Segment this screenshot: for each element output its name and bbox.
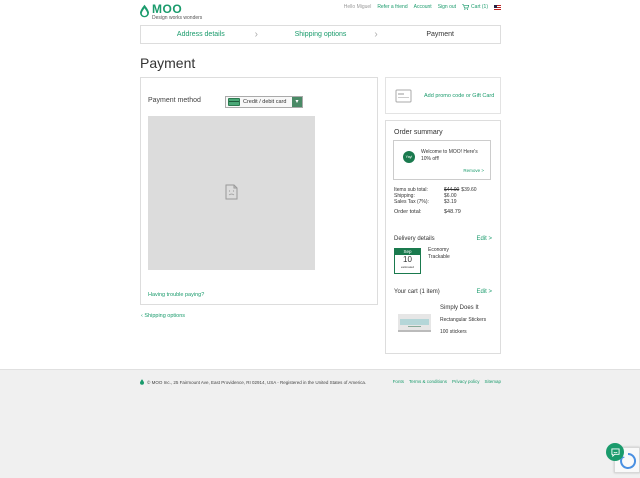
top-nav: Hello Miguel Refer a friend Account Sign… [344,4,501,10]
order-total-value: $48.79 [444,209,461,215]
site-footer: © MOO Inc., 25 Fairmount Ave, East Provi… [0,369,640,478]
tax-label: Sales Tax (7%): [394,199,429,205]
back-link-label: Shipping options [144,313,186,319]
chat-button[interactable] [606,443,624,461]
step-payment: Payment [380,26,500,43]
footer-link-terms[interactable]: Terms & conditions [409,379,447,384]
items-new-price: $39.60 [461,187,477,193]
welcome-message: Welcome to MOO! Here's 10% off! [421,149,478,162]
sign-out-link[interactable]: Sign out [438,4,456,10]
broken-document-icon [225,184,238,200]
gift-card-icon [395,89,412,102]
step-address-details[interactable]: Address details › [141,26,261,43]
payment-method-label: Payment method [148,97,201,104]
step-label: Shipping options [294,31,347,38]
promo-label: Add promo code or Gift Card [424,92,495,99]
order-summary: Order summary Yay! Welcome to MOO! Here'… [385,120,501,354]
moo-drop-icon [140,379,144,385]
order-totals: Items sub total: $44.00 $39.60 Shipping:… [394,187,492,215]
brand-name: MOO [152,2,183,16]
promo-code-button[interactable]: Add promo code or Gift Card [385,77,501,114]
cart-label: Cart (1) [471,4,488,10]
delivery-estimated: estimated [400,265,414,269]
footer-address-text: © MOO Inc., 25 Fairmount Ave, East Provi… [147,379,367,385]
back-to-shipping-link[interactable]: ‹ Shipping options [141,313,185,319]
delivery-day: 10 [403,255,412,264]
order-summary-title: Order summary [394,129,443,136]
moo-drop-icon [140,4,149,18]
yay-badge: Yay! [403,151,415,163]
credit-card-icon [228,98,240,106]
order-total-label: Order total: [394,209,422,215]
checkout-steps: Address details › Shipping options › Pay… [140,25,501,44]
chevron-down-icon: ▾ [292,97,302,107]
footer-link-fonts[interactable]: Fonts [393,379,404,384]
payment-method-value: Credit / debit card [243,99,287,105]
product-type: Rectangular Stickers [440,317,487,323]
footer-link-sitemap[interactable]: Sitemap [484,379,501,384]
us-flag-icon[interactable] [494,4,501,10]
tax-row: Sales Tax (7%): $3.19 [394,199,492,205]
product-quantity: 100 stickers [440,329,467,335]
payment-method-select[interactable]: Credit / debit card ▾ [225,96,303,108]
cart-title: Your cart (1 item) [394,289,440,295]
brand-tagline: Design works wonders [152,15,203,21]
welcome-discount-card: Yay! Welcome to MOO! Here's 10% off! Rem… [393,140,491,180]
cart-item-details: Simply Does It Rectangular Stickers 100 … [440,302,486,338]
remove-discount-link[interactable]: Remove > [463,168,484,173]
delivery-details-title: Delivery details [394,236,435,242]
step-label: Payment [426,31,454,38]
page-title: Payment [140,55,196,71]
greeting-text: Hello Miguel [343,4,372,10]
edit-delivery-link[interactable]: Edit > [476,236,492,242]
cart-icon [462,4,470,10]
account-link[interactable]: Account [414,4,432,10]
footer-address: © MOO Inc., 25 Fairmount Ave, East Provi… [140,379,366,385]
step-shipping-options[interactable]: Shipping options › [261,26,381,43]
edit-cart-link[interactable]: Edit > [476,289,492,295]
cart-link[interactable]: Cart (1) [462,4,488,10]
payment-panel: Payment method Credit / debit card ▾ Hav… [140,77,378,305]
product-name: Simply Does It [440,305,479,311]
delivery-line-2: Trackable [428,254,450,260]
chat-icon [610,447,620,457]
refer-friend-link[interactable]: Refer a friend [377,4,407,10]
footer-links: Fonts Terms & conditions Privacy policy … [393,379,501,384]
product-thumbnail [398,314,431,332]
order-total-row: Order total: $48.79 [394,209,492,215]
step-label: Address details [176,31,225,38]
site-header: MOO Design works wonders Hello Miguel Re… [0,0,640,24]
footer-link-privacy[interactable]: Privacy policy [452,379,480,384]
delivery-method: Economy Trackable [428,247,450,261]
delivery-date-calendar: Sep 10 estimated [394,248,421,274]
delivery-line-1: Economy [428,247,449,253]
tax-value: $3.19 [444,199,457,205]
moo-logo[interactable]: MOO Design works wonders [140,3,202,21]
trouble-paying-link[interactable]: Having trouble paying? [148,292,204,298]
payment-iframe-placeholder[interactable] [148,116,315,270]
